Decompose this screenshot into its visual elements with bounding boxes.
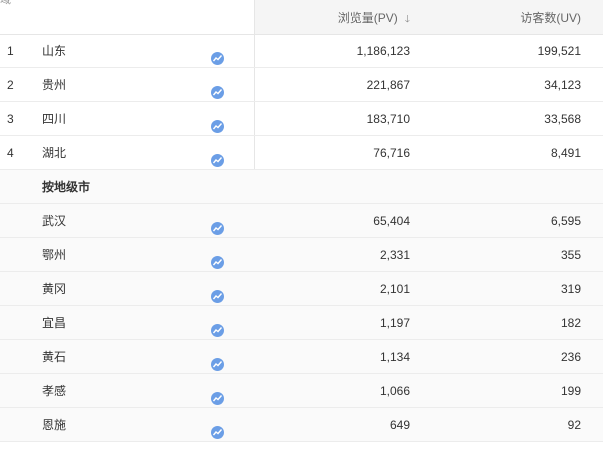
trend-icon[interactable]: [211, 78, 224, 99]
table-row: 2 贵州 221,867 34,123: [0, 68, 603, 102]
pv-value: 65,404: [373, 214, 410, 228]
pv-value: 1,134: [379, 350, 410, 364]
uv-value: 319: [560, 282, 581, 296]
trend-icon[interactable]: [211, 350, 224, 371]
pv-value: 76,716: [373, 146, 410, 160]
table-row: 宜昌 1,197 182: [0, 306, 603, 340]
pv-column-header[interactable]: 浏览量(PV) 🡓: [255, 0, 415, 34]
trend-icon[interactable]: [211, 316, 224, 337]
pv-value: 183,710: [366, 112, 410, 126]
table-row: 鄂州 2,331 355: [0, 238, 603, 272]
city-name[interactable]: 黄冈: [42, 272, 66, 306]
city-name[interactable]: 恩施: [42, 408, 66, 442]
table-row: 黄石 1,134 236: [0, 340, 603, 374]
city-group-header: 按地级市: [0, 170, 603, 204]
row-index: 4: [7, 146, 14, 160]
uv-column-header[interactable]: 访客数(UV): [415, 0, 603, 34]
region-name[interactable]: 湖北: [42, 136, 66, 170]
region-name[interactable]: 四川: [42, 102, 66, 136]
city-name[interactable]: 鄂州: [42, 238, 66, 272]
uv-header-label: 访客数(UV): [520, 11, 581, 25]
pv-header-label: 浏览量(PV): [337, 11, 398, 25]
row-index: 3: [7, 112, 14, 126]
pv-value: 1,186,123: [356, 44, 410, 58]
trend-icon[interactable]: [211, 282, 224, 303]
region-name[interactable]: 贵州: [42, 68, 66, 102]
table-row: 武汉 65,404 6,595: [0, 204, 603, 238]
trend-icon[interactable]: [211, 146, 224, 167]
uv-value: 33,568: [544, 112, 581, 126]
trend-icon[interactable]: [211, 384, 224, 405]
city-name[interactable]: 孝感: [42, 374, 66, 408]
city-name[interactable]: 黄石: [42, 340, 66, 374]
group-label: 按地级市: [42, 180, 91, 194]
trend-icon[interactable]: [211, 44, 224, 65]
city-name[interactable]: 武汉: [42, 204, 66, 238]
region-name[interactable]: 山东: [42, 34, 66, 68]
pv-value: 1,066: [379, 384, 410, 398]
uv-value: 236: [560, 350, 581, 364]
trend-icon[interactable]: [211, 214, 224, 235]
pv-value: 2,101: [379, 282, 410, 296]
uv-value: 34,123: [544, 78, 581, 92]
uv-value: 182: [560, 316, 581, 330]
table-row: 孝感 1,066 199: [0, 374, 603, 408]
uv-value: 199,521: [537, 44, 581, 58]
uv-value: 92: [567, 418, 581, 432]
trend-icon[interactable]: [211, 418, 224, 439]
pv-value: 649: [389, 418, 410, 432]
uv-value: 199: [560, 384, 581, 398]
pv-value: 2,331: [379, 248, 410, 262]
table-row: 黄冈 2,101 319: [0, 272, 603, 306]
trend-icon[interactable]: [211, 112, 224, 133]
region-column-header: 域: [0, 0, 11, 6]
table-row: 1 山东 1,186,123 199,521: [0, 34, 603, 68]
table-row: 4 湖北 76,716 8,491: [0, 136, 603, 170]
pv-value: 221,867: [366, 78, 410, 92]
city-name[interactable]: 宜昌: [42, 306, 66, 340]
sort-desc-icon[interactable]: 🡓: [405, 2, 410, 38]
table-row: 3 四川 183,710 33,568: [0, 102, 603, 136]
table-row: 恩施 649 92: [0, 408, 603, 442]
uv-value: 6,595: [550, 214, 581, 228]
uv-value: 355: [560, 248, 581, 262]
row-index: 2: [7, 78, 14, 92]
table-header: 域 浏览量(PV) 🡓 访客数(UV): [0, 0, 603, 35]
trend-icon[interactable]: [211, 248, 224, 269]
pv-value: 1,197: [379, 316, 410, 330]
uv-value: 8,491: [550, 146, 581, 160]
row-index: 1: [7, 44, 14, 58]
